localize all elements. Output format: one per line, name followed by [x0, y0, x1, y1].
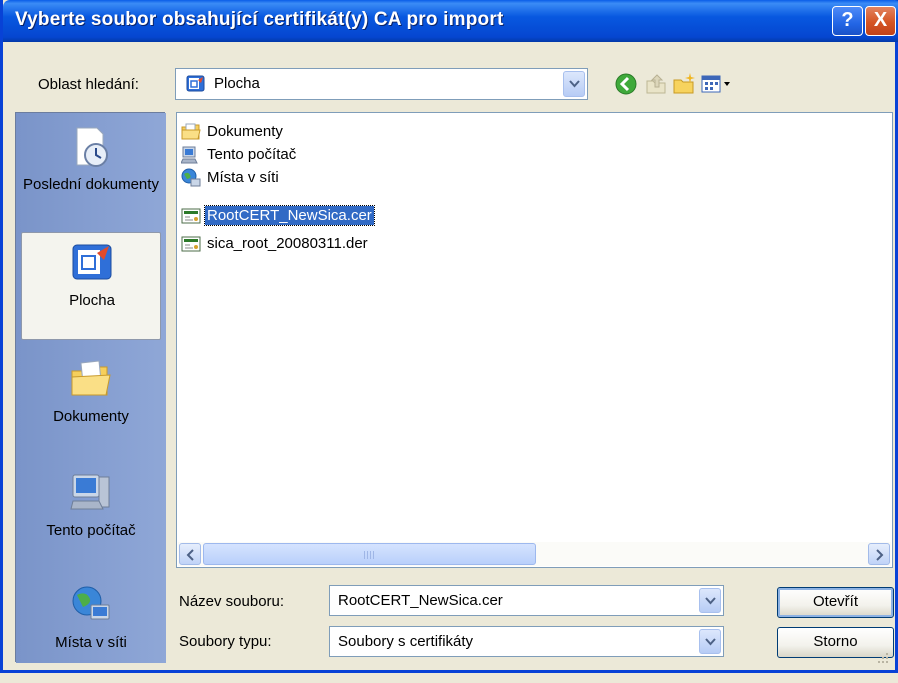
- network-places-icon: [72, 586, 110, 620]
- recent-documents-icon: [76, 127, 108, 167]
- folder-icon: [181, 123, 201, 140]
- computer-icon: [70, 474, 110, 510]
- view-menu-icon[interactable]: [699, 71, 733, 97]
- desktop-icon: [72, 244, 112, 280]
- file-name: sica_root_20080311.der: [207, 235, 368, 252]
- place-desktop[interactable]: Plocha: [21, 232, 161, 340]
- chevron-down-icon: [569, 80, 580, 88]
- place-recent-documents[interactable]: Poslední dokumenty: [21, 117, 161, 225]
- filetype-value: Soubory s certifikáty: [338, 633, 474, 650]
- title-bar[interactable]: Vyberte soubor obsahující certifikát(y) …: [3, 0, 898, 42]
- lookin-dropdown-arrow[interactable]: [563, 71, 585, 97]
- open-button[interactable]: Otevřít: [777, 587, 894, 618]
- scroll-thumb[interactable]: [203, 543, 536, 565]
- filename-value: RootCERT_NewSica.cer: [338, 592, 503, 609]
- chevron-right-icon: [876, 549, 884, 561]
- file-open-dialog: Vyberte soubor obsahující certifikát(y) …: [0, 0, 898, 673]
- chevron-down-icon: [705, 638, 716, 646]
- file-name: Dokumenty: [207, 123, 283, 140]
- up-folder-icon[interactable]: [643, 71, 669, 97]
- window-title: Vyberte soubor obsahující certifikát(y) …: [15, 9, 504, 30]
- filename-dropdown-arrow[interactable]: [699, 588, 721, 613]
- place-label: Tento počítač: [46, 522, 136, 539]
- lookin-label: Oblast hledání:: [38, 76, 139, 93]
- documents-folder-icon: [71, 360, 111, 396]
- lookin-dropdown[interactable]: Plocha: [175, 68, 588, 100]
- filetype-label: Soubory typu:: [179, 633, 272, 650]
- scroll-right-button[interactable]: [868, 543, 890, 565]
- desktop-icon: [186, 75, 205, 92]
- new-folder-icon[interactable]: [671, 71, 697, 97]
- chevron-left-icon: [186, 549, 194, 561]
- certificate-icon: [181, 236, 201, 252]
- certificate-icon: [181, 208, 201, 224]
- filename-label: Název souboru:: [179, 593, 285, 610]
- file-name: Tento počítač: [207, 146, 297, 163]
- resize-grip-icon[interactable]: [877, 652, 889, 664]
- place-my-computer[interactable]: Tento počítač: [21, 463, 161, 571]
- place-label: Poslední dokumenty: [23, 176, 159, 193]
- horizontal-scrollbar[interactable]: [178, 542, 891, 566]
- place-documents[interactable]: Dokumenty: [21, 349, 161, 457]
- back-icon[interactable]: [613, 71, 639, 97]
- place-label: Dokumenty: [53, 408, 129, 425]
- places-bar: Poslední dokumenty Plocha Dokumenty Tent…: [15, 112, 166, 663]
- place-label: Plocha: [69, 292, 115, 309]
- lookin-value: Plocha: [214, 75, 260, 92]
- file-name: RootCERT_NewSica.cer: [204, 205, 375, 226]
- filetype-dropdown-arrow[interactable]: [699, 629, 721, 654]
- close-button[interactable]: X: [865, 6, 896, 36]
- filetype-dropdown[interactable]: Soubory s certifikáty: [329, 626, 724, 657]
- network-icon: [181, 168, 201, 187]
- file-list[interactable]: Dokumenty Tento počítač Místa v síti Roo…: [176, 112, 893, 568]
- chevron-down-icon: [705, 597, 716, 605]
- place-network[interactable]: Místa v síti: [21, 575, 161, 683]
- computer-icon: [181, 146, 198, 164]
- scroll-grip-icon: [364, 551, 376, 559]
- filename-field[interactable]: RootCERT_NewSica.cer: [329, 585, 724, 616]
- scroll-left-button[interactable]: [179, 543, 201, 565]
- place-label: Místa v síti: [55, 634, 127, 651]
- file-name: Místa v síti: [207, 169, 279, 186]
- help-button[interactable]: ?: [832, 6, 863, 36]
